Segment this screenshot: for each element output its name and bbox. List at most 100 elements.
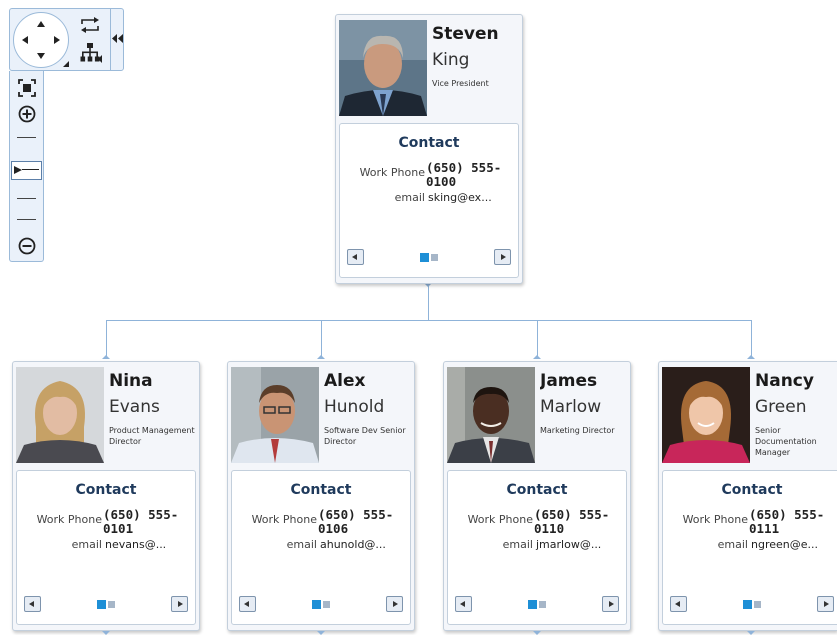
zoom-panel bbox=[9, 71, 44, 262]
work-phone-value: (650) 555-0110 bbox=[534, 507, 610, 536]
pan-left-icon[interactable] bbox=[22, 36, 28, 44]
page-dot-active[interactable] bbox=[528, 600, 537, 609]
next-page-button[interactable] bbox=[494, 249, 511, 265]
chevron-right-icon bbox=[824, 601, 829, 607]
previous-page-button[interactable] bbox=[455, 596, 472, 612]
contact-panel: Contact Work Phone (650) 555-0110 email … bbox=[447, 470, 627, 625]
previous-page-button[interactable] bbox=[670, 596, 687, 612]
employee-first-name: Nancy bbox=[755, 371, 814, 391]
page-dot[interactable] bbox=[431, 254, 438, 261]
contact-panel: Contact Work Phone (650) 555-0101 email … bbox=[16, 470, 196, 625]
employee-photo bbox=[16, 367, 104, 463]
previous-page-button[interactable] bbox=[347, 249, 364, 265]
collapse-panel-icon bbox=[112, 34, 123, 43]
employee-first-name: Nina bbox=[109, 371, 153, 391]
chevron-right-icon bbox=[501, 254, 506, 260]
email-value[interactable]: sking@ex... bbox=[428, 191, 492, 204]
zoom-out-icon[interactable] bbox=[17, 236, 37, 256]
child-connector-stub bbox=[533, 631, 541, 635]
pan-up-icon[interactable] bbox=[37, 21, 45, 27]
employee-card[interactable]: Nancy Green Senior Documentation Manager… bbox=[658, 361, 837, 631]
employee-photo bbox=[662, 367, 750, 463]
next-page-button[interactable] bbox=[602, 596, 619, 612]
contact-heading: Contact bbox=[290, 482, 352, 498]
dpad-corner-icon bbox=[63, 61, 69, 67]
child-connector-stub bbox=[747, 631, 755, 635]
email-value[interactable]: ngreen@e... bbox=[751, 538, 818, 551]
navigation-panel bbox=[9, 8, 124, 71]
email-value[interactable]: ahunold@... bbox=[320, 538, 386, 551]
zoom-slider-thumb[interactable] bbox=[11, 161, 42, 180]
employee-photo bbox=[339, 20, 427, 116]
next-page-button[interactable] bbox=[171, 596, 188, 612]
child-connector-stub bbox=[317, 631, 325, 635]
work-phone-label: Work Phone bbox=[682, 513, 748, 526]
page-dot-active[interactable] bbox=[97, 600, 106, 609]
employee-photo bbox=[447, 367, 535, 463]
employee-job-title: Product Management Director bbox=[109, 426, 195, 446]
employee-card-root[interactable]: Steven King Vice President Contact Work … bbox=[335, 14, 523, 284]
email-value[interactable]: nevans@... bbox=[105, 538, 166, 551]
contact-heading: Contact bbox=[506, 482, 568, 498]
next-page-button[interactable] bbox=[386, 596, 403, 612]
contact-heading: Contact bbox=[398, 135, 460, 151]
employee-job-title: Senior Documentation Manager bbox=[755, 426, 817, 457]
page-dot-active[interactable] bbox=[312, 600, 321, 609]
email-label: email bbox=[394, 191, 425, 204]
page-dot[interactable] bbox=[539, 601, 546, 608]
previous-page-button[interactable] bbox=[239, 596, 256, 612]
chevron-right-icon bbox=[393, 601, 398, 607]
employee-first-name: James bbox=[540, 371, 598, 391]
hierarchy-layout-icon[interactable] bbox=[78, 41, 102, 65]
employee-last-name: Marlow bbox=[540, 397, 602, 417]
employee-last-name: Green bbox=[755, 397, 807, 417]
email-label: email bbox=[71, 538, 102, 551]
employee-card[interactable]: Alex Hunold Software Dev Senior Director… bbox=[227, 361, 415, 631]
pan-down-icon[interactable] bbox=[37, 53, 45, 59]
work-phone-label: Work Phone bbox=[359, 166, 425, 179]
employee-last-name: Hunold bbox=[324, 397, 385, 417]
email-value[interactable]: jmarlow@... bbox=[536, 538, 601, 551]
employee-first-name: Steven bbox=[432, 24, 499, 44]
contact-panel: Contact Work Phone (650) 555-0100 email … bbox=[339, 123, 519, 278]
page-indicator bbox=[97, 600, 117, 609]
zoom-thumb-pointer-icon bbox=[14, 166, 22, 174]
chevron-left-icon bbox=[460, 601, 465, 607]
page-dot[interactable] bbox=[108, 601, 115, 608]
zoom-tick bbox=[17, 219, 36, 220]
collapse-panel-button[interactable] bbox=[110, 9, 124, 70]
work-phone-value: (650) 555-0101 bbox=[103, 507, 179, 536]
next-page-button[interactable] bbox=[817, 596, 834, 612]
chevron-right-icon bbox=[609, 601, 614, 607]
pan-control[interactable] bbox=[13, 12, 69, 68]
previous-page-button[interactable] bbox=[24, 596, 41, 612]
page-indicator bbox=[528, 600, 548, 609]
page-indicator bbox=[420, 253, 440, 262]
work-phone-value: (650) 555-0106 bbox=[318, 507, 394, 536]
zoom-to-fit-icon[interactable] bbox=[17, 78, 37, 98]
chevron-left-icon bbox=[352, 254, 357, 260]
pan-right-icon[interactable] bbox=[54, 36, 60, 44]
employee-job-title: Marketing Director bbox=[540, 426, 615, 435]
employee-first-name: Alex bbox=[324, 371, 366, 391]
employee-job-title: Vice President bbox=[432, 79, 489, 88]
page-dot[interactable] bbox=[323, 601, 330, 608]
employee-card[interactable]: Nina Evans Product Management Director C… bbox=[12, 361, 200, 631]
contact-panel: Contact Work Phone (650) 555-0106 email … bbox=[231, 470, 411, 625]
chevron-left-icon bbox=[29, 601, 34, 607]
chevron-left-icon bbox=[244, 601, 249, 607]
page-dot-active[interactable] bbox=[420, 253, 429, 262]
child-connector-stub bbox=[102, 631, 110, 635]
chevron-left-icon bbox=[675, 601, 680, 607]
contact-panel: Contact Work Phone (650) 555-0111 email … bbox=[662, 470, 837, 625]
email-label: email bbox=[717, 538, 748, 551]
rotate-icon[interactable] bbox=[78, 15, 102, 35]
page-dot[interactable] bbox=[754, 601, 761, 608]
employee-card[interactable]: James Marlow Marketing Director Contact … bbox=[443, 361, 631, 631]
work-phone-value: (650) 555-0100 bbox=[426, 160, 502, 189]
email-label: email bbox=[502, 538, 533, 551]
work-phone-label: Work Phone bbox=[467, 513, 533, 526]
page-dot-active[interactable] bbox=[743, 600, 752, 609]
zoom-in-icon[interactable] bbox=[17, 104, 37, 124]
employee-last-name: Evans bbox=[109, 397, 160, 417]
